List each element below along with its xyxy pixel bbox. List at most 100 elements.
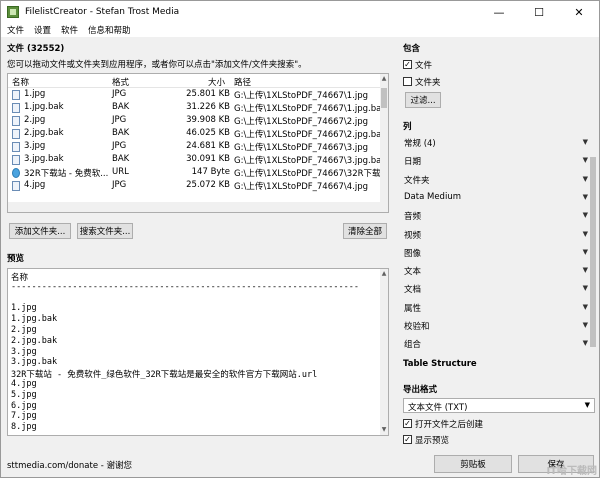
column-header-size[interactable]: 大小 xyxy=(208,76,225,88)
file-list[interactable]: 名称 格式 大小 路径 1.jpg JPG 25.801 KB G:\上传\1XLSt… xyxy=(7,73,389,213)
menu-software[interactable]: 软件 xyxy=(61,24,78,36)
include-folders-checkbox[interactable] xyxy=(403,77,412,86)
table-row[interactable]: 4.jpg JPG 25.072 KB G:\上传\1XLStoPDF_74667\4… xyxy=(8,180,382,192)
cell-size: 39.908 KB xyxy=(186,115,230,125)
column-category-label: 图像 xyxy=(404,248,422,259)
scroll-thumb[interactable] xyxy=(381,88,387,108)
column-category-item[interactable]: 文档 ▼ xyxy=(404,282,588,296)
preview-line: 4.jpg xyxy=(11,379,37,389)
search-folder-button[interactable]: 搜索文件夹... xyxy=(77,223,133,239)
column-category-label: 常规 (4) xyxy=(404,139,436,149)
status-bar: sttmedia.com/donate - 谢谢您 剪贴板 保存 xyxy=(1,453,599,477)
menu-bar: 文件 设置 软件 信息和帮助 xyxy=(1,23,599,37)
file-icon xyxy=(12,155,20,165)
column-header-path[interactable]: 路径 xyxy=(234,76,251,88)
column-category-item[interactable]: 属性 ▼ xyxy=(404,301,588,315)
column-category-item[interactable]: 文本 ▼ xyxy=(404,264,588,278)
cell-path: G:\上传\1XLStoPDF_74667\2.jpg xyxy=(234,117,369,127)
column-category-label: 属性 xyxy=(404,303,422,314)
add-folder-button[interactable]: 添加文件夹... xyxy=(9,223,71,239)
scroll-down-arrow-icon[interactable]: ▼ xyxy=(380,425,388,435)
clipboard-button[interactable]: 剪贴板 xyxy=(434,455,512,473)
window-controls: — ☐ ✕ xyxy=(479,1,599,23)
column-category-item[interactable]: 校验和 ▼ xyxy=(404,319,588,333)
table-row[interactable]: 3.jpg JPG 24.681 KB G:\上传\1XLStoPDF_74667\3… xyxy=(8,141,382,153)
scroll-thumb[interactable] xyxy=(590,157,596,347)
file-icon xyxy=(12,116,20,126)
table-row[interactable]: 2.jpg JPG 39.908 KB G:\上传\1XLStoPDF_74667\2… xyxy=(8,115,382,127)
chevron-down-icon[interactable]: ▼ xyxy=(583,303,588,311)
column-header-format[interactable]: 格式 xyxy=(112,76,129,88)
column-category-label: Data Medium xyxy=(404,191,461,202)
column-category-item[interactable]: 常规 (4) ▼ xyxy=(404,136,588,150)
table-structure-label[interactable]: Table Structure xyxy=(403,359,477,369)
file-list-horizontal-scrollbar[interactable] xyxy=(8,202,388,212)
clear-all-button[interactable]: 清除全部 xyxy=(343,223,387,239)
export-format-value: 文本文件 (TXT) xyxy=(408,403,468,413)
chevron-down-icon[interactable]: ▼ xyxy=(583,175,588,183)
table-row[interactable]: 1.jpg JPG 25.801 KB G:\上传\1XLStoPDF_74667\1… xyxy=(8,89,382,101)
cell-name: 2.jpg xyxy=(24,115,46,125)
cell-size: 46.025 KB xyxy=(186,128,230,138)
column-category-label: 组合 xyxy=(404,340,422,351)
chevron-down-icon[interactable]: ▼ xyxy=(583,266,588,274)
column-category-label: 文本 xyxy=(404,267,422,278)
preview-vertical-scrollbar[interactable]: ▲ ▼ xyxy=(380,269,388,435)
menu-info-help[interactable]: 信息和帮助 xyxy=(88,24,131,36)
chevron-down-icon[interactable]: ▼ xyxy=(583,284,588,292)
cell-format: JPG xyxy=(112,141,127,151)
file-list-vertical-scrollbar[interactable]: ▲ ▼ xyxy=(380,74,388,212)
maximize-button[interactable]: ☐ xyxy=(519,1,559,23)
column-category-item[interactable]: 视频 ▼ xyxy=(404,228,588,242)
show-preview-checkbox[interactable]: ✓ xyxy=(403,435,412,444)
scroll-up-arrow-icon[interactable]: ▲ xyxy=(380,269,388,279)
column-header-name[interactable]: 名称 xyxy=(12,76,29,88)
column-category-item[interactable]: 组合 ▼ xyxy=(404,337,588,351)
donate-link[interactable]: sttmedia.com/donate - 谢谢您 xyxy=(7,459,132,471)
cell-format: BAK xyxy=(112,102,130,112)
files-hint: 您可以拖动文件或文件夹到应用程序，或者你可以点击"添加文件/文件夹搜索"。 xyxy=(7,60,307,70)
column-category-item[interactable]: 日期 ▼ xyxy=(404,154,588,168)
menu-settings[interactable]: 设置 xyxy=(34,24,51,36)
filter-button[interactable]: 过滤... xyxy=(405,92,441,108)
chevron-down-icon[interactable]: ▼ xyxy=(583,339,588,347)
chevron-down-icon[interactable]: ▼ xyxy=(583,211,588,219)
table-row[interactable]: 1.jpg.bak BAK 31.226 KB G:\上传\1XLStoPDF_746… xyxy=(8,102,386,114)
close-button[interactable]: ✕ xyxy=(559,1,599,23)
options-panel: 包含 ✓ 文件 文件夹 过滤... 列 常规 (4) ▼ 日期 ▼ 文件夹 ▼ Data M… xyxy=(399,37,597,457)
include-files-label: 文件 xyxy=(415,61,433,71)
chevron-down-icon[interactable]: ▼ xyxy=(583,321,588,329)
column-category-item[interactable]: 图像 ▼ xyxy=(404,246,588,260)
chevron-down-icon[interactable]: ▼ xyxy=(583,193,588,201)
cell-path: G:\上传\1XLStoPDF_74667\3.jpg xyxy=(234,143,369,153)
chevron-down-icon[interactable]: ▼ xyxy=(583,248,588,256)
chevron-down-icon[interactable]: ▼ xyxy=(583,156,588,164)
column-category-label: 日期 xyxy=(404,157,422,168)
table-row[interactable]: 3.jpg.bak BAK 30.091 KB G:\上传\1XLStoPDF_746… xyxy=(8,154,386,166)
chevron-down-icon[interactable]: ▼ xyxy=(583,138,588,146)
columns-scrollbar[interactable] xyxy=(589,139,597,373)
open-after-create-checkbox[interactable]: ✓ xyxy=(403,419,412,428)
scroll-up-arrow-icon[interactable]: ▲ xyxy=(380,74,388,84)
cell-size: 25.072 KB xyxy=(186,180,230,190)
chevron-down-icon: ▼ xyxy=(584,401,590,409)
cell-format: URL xyxy=(112,167,129,177)
chevron-down-icon[interactable]: ▼ xyxy=(583,230,588,238)
preview-textarea[interactable]: 名称 --------------------------------------… xyxy=(7,268,389,436)
cell-format: JPG xyxy=(112,180,127,190)
include-section-title: 包含 xyxy=(403,44,421,54)
minimize-button[interactable]: — xyxy=(479,1,519,23)
cell-name: 2.jpg.bak xyxy=(24,128,64,138)
table-row[interactable]: 32R下载站 - 免费软... URL 147 Byte G:\上传\1XLStoPD… xyxy=(8,167,388,179)
menu-file[interactable]: 文件 xyxy=(7,24,24,36)
column-category-item[interactable]: 音频 ▼ xyxy=(404,209,588,223)
cell-path: G:\上传\1XLStoPDF_74667\32R下载站 xyxy=(234,169,389,179)
column-category-item[interactable]: Data Medium ▼ xyxy=(404,191,588,205)
columns-section-title: 列 xyxy=(403,122,412,132)
column-category-label: 文档 xyxy=(404,285,422,296)
cell-name: 3.jpg xyxy=(24,141,46,151)
include-files-checkbox[interactable]: ✓ xyxy=(403,60,412,69)
export-format-select[interactable]: 文本文件 (TXT) ▼ xyxy=(403,398,595,413)
column-category-item[interactable]: 文件夹 ▼ xyxy=(404,173,588,187)
table-row[interactable]: 2.jpg.bak BAK 46.025 KB G:\上传\1XLStoPDF_746… xyxy=(8,128,386,140)
